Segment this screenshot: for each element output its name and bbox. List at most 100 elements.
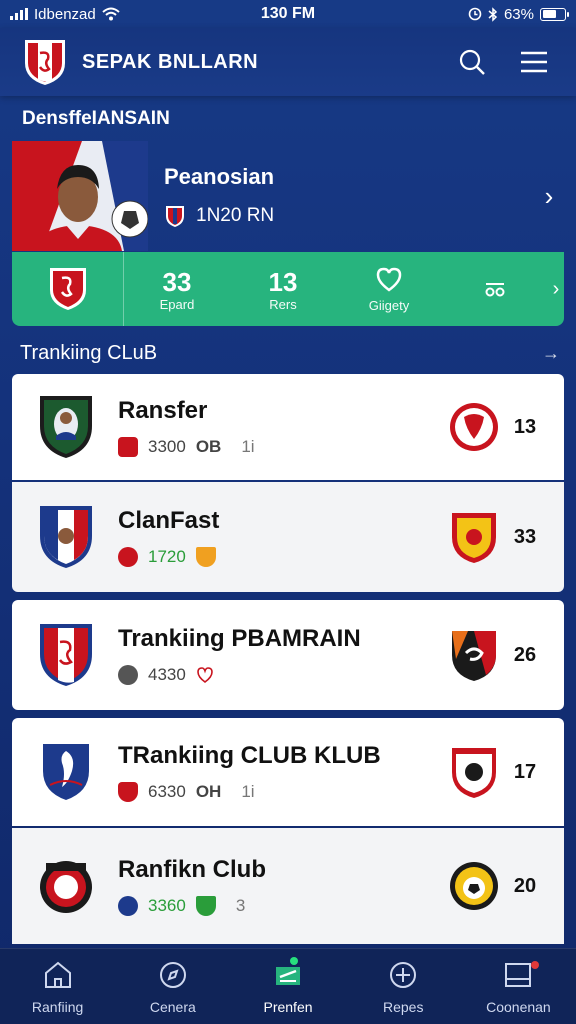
club-score: 17 <box>513 760 537 783</box>
battery-percent: 63% <box>503 5 534 23</box>
stats-chevron-icon[interactable]: › <box>548 278 564 301</box>
menu-button[interactable] <box>514 42 554 82</box>
search-icon <box>459 49 485 75</box>
club-crest-icon <box>40 506 92 568</box>
opponent-crest-icon <box>452 748 496 798</box>
ranking-card[interactable]: Ransfer 3300 OB 1i 13 <box>12 374 564 480</box>
stat-item: 13 Rers <box>230 267 336 312</box>
club-extra: 1i <box>241 437 255 456</box>
nav-item-repes[interactable]: Repes <box>346 949 461 1024</box>
club-score: 20 <box>513 874 537 897</box>
featured-card[interactable]: Peanosian 1N20 RN › <box>12 140 564 252</box>
notification-dot <box>530 961 539 969</box>
club-crest-icon <box>40 624 92 686</box>
stat-label: Rers <box>269 296 297 312</box>
club-crest-icon <box>40 741 92 803</box>
card-meta: 3300 OB 1i <box>118 437 448 457</box>
ranking-header: Trankiing CLuB → <box>20 342 560 365</box>
stat-item: 33 Epard <box>124 267 230 312</box>
ranking-card[interactable]: TRankiing CLUB KLUB 6330 OH 1i 17 <box>12 718 564 826</box>
nav-item-cenera[interactable]: Cenera <box>115 949 230 1024</box>
card-right: 26 <box>448 627 540 683</box>
club-points-2: OH <box>195 782 222 801</box>
club-mini-badge <box>118 782 138 802</box>
featured-name: Peanosian <box>164 164 275 189</box>
card-body: TRankiing CLUB KLUB 6330 OH 1i <box>118 742 448 802</box>
club-points: 1720 <box>148 547 186 566</box>
search-button[interactable] <box>452 42 492 82</box>
club-score: 13 <box>513 415 537 438</box>
dots-icon <box>485 283 505 297</box>
nav-label: Prenfen <box>263 998 313 1015</box>
signal-icon <box>10 8 28 20</box>
status-left: Idbenzad <box>10 6 120 23</box>
club-name: Ranfikn Club <box>118 856 266 883</box>
club-points: 4330 <box>148 665 186 684</box>
club-points-2: OB <box>195 437 222 456</box>
club-name: Trankiing PBAMRAIN <box>118 625 361 652</box>
club-mini-badge <box>118 896 138 916</box>
status-bar: Idbenzad 130 FM 63% <box>0 0 576 28</box>
stat-item: Giigety <box>336 266 442 313</box>
chevron-right-icon[interactable]: › <box>534 181 564 212</box>
club-score: 26 <box>513 643 537 666</box>
carrier-label: Idbenzad <box>34 5 96 23</box>
alarm-icon <box>468 7 482 21</box>
status-right: 63% <box>468 5 569 23</box>
card-body: Ransfer 3300 OB 1i <box>118 397 448 457</box>
opponent-crest-icon <box>452 631 496 681</box>
card-meta: 6330 OH 1i <box>118 782 448 802</box>
nav-item-ranking[interactable]: Ranfiing <box>0 949 115 1024</box>
featured-meta: 1N20 RN <box>164 204 534 228</box>
card-meta: 4330 <box>118 665 448 685</box>
club-badge-icon <box>166 206 184 227</box>
inbox-icon <box>505 962 532 987</box>
wifi-icon <box>102 7 120 21</box>
card-meta: 1720 <box>118 547 448 567</box>
card-body: Trankiing PBAMRAIN 4330 <box>118 625 448 685</box>
home-icon <box>44 961 71 988</box>
bottom-nav: Ranfiing Cenera Prenfen Repes Coonenan <box>0 948 576 1024</box>
club-points: 6330 <box>148 782 186 801</box>
stat-label: Epard <box>159 296 195 312</box>
ticket-icon <box>276 966 300 985</box>
club-mini-badge <box>118 437 138 457</box>
nav-label: Cenera <box>149 998 196 1015</box>
ranking-title: Trankiing CLuB <box>20 342 158 364</box>
heart-shield-icon <box>376 267 402 292</box>
orange-shield-icon <box>195 547 216 567</box>
stat-item <box>442 279 548 299</box>
stat-value: 13 <box>268 266 298 297</box>
club-logo-icon <box>25 40 65 85</box>
battery-fill <box>542 10 556 18</box>
card-right: 20 <box>448 858 540 914</box>
nav-label: Coonenan <box>486 998 551 1015</box>
stats-club-logo <box>12 252 124 326</box>
card-body: ClanFast 1720 <box>118 507 448 567</box>
nav-item-coonenan[interactable]: Coonenan <box>461 949 576 1024</box>
player-portrait-icon <box>12 141 148 251</box>
stats-bar: 33 Epard 13 Rers Giigety › <box>12 252 564 326</box>
ranking-card[interactable]: Trankiing PBAMRAIN 4330 26 <box>12 600 564 710</box>
status-time: 130 FM <box>260 5 316 22</box>
battery-icon <box>540 7 569 21</box>
club-name: TRankiing CLUB KLUB <box>118 742 381 769</box>
club-score: 33 <box>513 525 537 548</box>
stat-value: 33 <box>162 266 192 297</box>
card-body: Ranfikn Club 3360 3 <box>118 856 448 916</box>
arrow-right-icon[interactable]: → <box>542 343 560 364</box>
app-header: SEPAK BNLLARN <box>0 28 576 96</box>
ranking-card[interactable]: Ranfikn Club 3360 3 20 <box>12 828 564 944</box>
ranking-card[interactable]: ClanFast 1720 33 <box>12 482 564 592</box>
opponent-crest-icon <box>450 862 498 910</box>
club-crest-icon <box>40 861 92 913</box>
nav-label: Repes <box>382 998 424 1015</box>
card-right: 33 <box>448 509 540 565</box>
featured-section-label: DensffeIANSAIN <box>22 108 170 129</box>
bluetooth-icon <box>488 6 498 22</box>
club-extra: 1i <box>241 782 255 801</box>
player-photo <box>12 141 148 251</box>
plus-circle-icon <box>390 961 417 988</box>
club-mini-badge <box>118 547 138 567</box>
nav-item-prenfen[interactable]: Prenfen <box>230 949 345 1024</box>
